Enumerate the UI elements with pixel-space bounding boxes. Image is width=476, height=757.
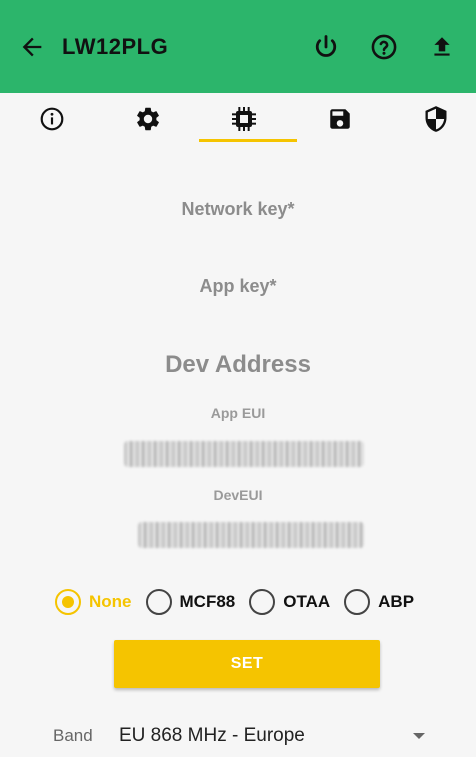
shield-icon — [425, 106, 447, 132]
radio-mcf88[interactable]: MCF88 — [145, 589, 236, 615]
activation-mode-group: None MCF88 OTAA ABP — [0, 584, 476, 620]
radio-label: None — [89, 592, 132, 611]
help-button[interactable] — [364, 27, 404, 67]
tab-save[interactable] — [318, 97, 362, 141]
active-tab-indicator — [199, 139, 297, 142]
dev-address-label[interactable]: Dev Address — [0, 351, 476, 379]
app-bar: LW12PLG — [0, 0, 476, 93]
tab-info[interactable] — [30, 97, 74, 141]
dropdown-arrow-icon — [413, 733, 425, 739]
set-button[interactable]: SET — [114, 640, 380, 688]
dev-eui-value-redacted — [138, 522, 364, 548]
tab-security[interactable] — [414, 97, 458, 141]
arrow-back-icon — [22, 37, 42, 56]
save-icon — [330, 109, 350, 129]
tab-bar — [0, 93, 476, 145]
radio-none[interactable]: None — [55, 589, 132, 615]
gear-icon — [137, 107, 159, 131]
band-dropdown[interactable]: EU 868 MHz - Europe — [119, 725, 429, 747]
radio-unselected-icon — [249, 589, 276, 615]
radio-abp[interactable]: ABP — [344, 589, 414, 615]
tab-settings[interactable] — [126, 97, 170, 141]
app-key-label[interactable]: App key* — [0, 276, 476, 297]
band-value: EU 868 MHz - Europe — [119, 725, 305, 746]
band-label: Band — [53, 726, 93, 745]
help-icon — [371, 34, 397, 59]
radio-label: OTAA — [283, 592, 331, 611]
power-button[interactable] — [306, 27, 346, 67]
chip-icon — [232, 107, 256, 131]
radio-label: MCF88 — [179, 592, 236, 611]
upload-button[interactable] — [422, 27, 462, 67]
band-row: Band EU 868 MHz - Europe — [0, 718, 476, 754]
network-key-label[interactable]: Network key* — [0, 199, 476, 220]
radio-unselected-icon — [145, 589, 172, 615]
radio-otaa[interactable]: OTAA — [249, 589, 330, 615]
dev-eui-label: DevEUI — [213, 487, 263, 503]
header-actions — [306, 27, 462, 67]
info-icon — [40, 107, 64, 131]
back-button[interactable] — [18, 27, 58, 67]
radio-selected-icon — [55, 589, 81, 615]
tab-lorawan[interactable] — [222, 97, 266, 141]
power-icon — [315, 34, 337, 57]
app-eui-label: App EUI — [210, 405, 266, 421]
upload-icon — [434, 36, 450, 56]
radio-label: ABP — [378, 592, 415, 611]
app-eui-value-redacted — [124, 441, 364, 467]
radio-unselected-icon — [344, 589, 371, 615]
app-title: LW12PLG — [62, 33, 169, 59]
